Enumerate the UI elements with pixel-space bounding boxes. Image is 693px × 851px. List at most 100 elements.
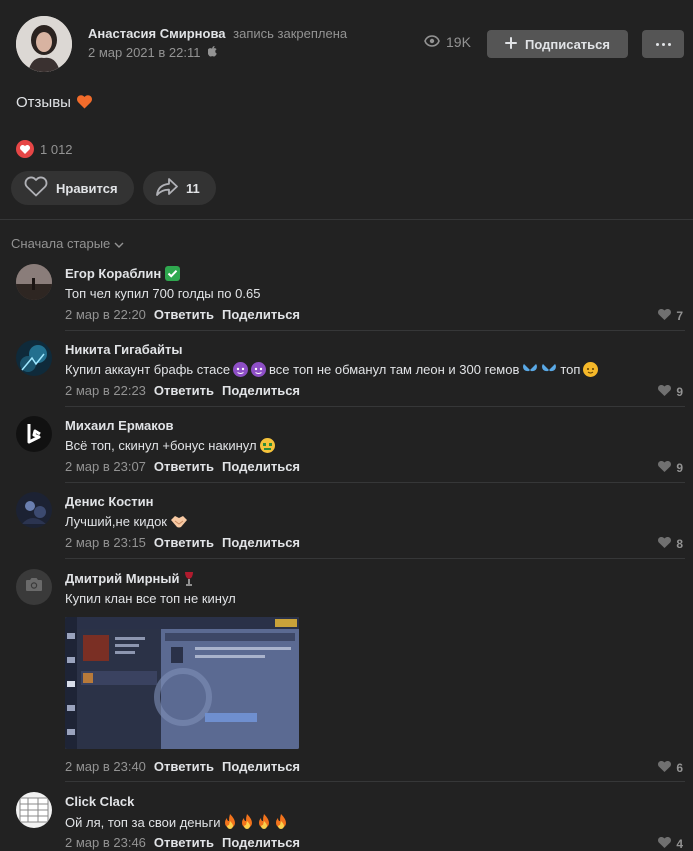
fire-icon <box>274 814 288 830</box>
share-comment-button[interactable]: Поделиться <box>222 535 300 550</box>
cat-face-icon <box>583 362 599 377</box>
commenter-avatar[interactable] <box>16 340 52 376</box>
reactions-summary[interactable]: 1 012 <box>16 140 73 158</box>
commenter-avatar[interactable] <box>16 569 52 605</box>
commenter-name-text: Никита Гигабайты <box>65 342 183 357</box>
reply-button[interactable]: Ответить <box>154 835 214 850</box>
comment-like-button[interactable]: 4 <box>658 836 683 851</box>
commenter-avatar[interactable] <box>16 492 52 528</box>
like-button[interactable]: Нравится <box>11 171 134 205</box>
reply-button[interactable]: Ответить <box>154 307 214 322</box>
purple-devil-icon <box>251 362 267 377</box>
pinned-label: запись закреплена <box>233 26 348 41</box>
divider <box>0 219 693 220</box>
comment: Егор Кораблин Топ чел купил 700 голды по… <box>0 264 693 331</box>
reactions-count: 1 012 <box>40 141 73 157</box>
more-options-button[interactable] <box>642 30 684 58</box>
commenter-avatar[interactable] <box>16 416 52 452</box>
post-text: Отзывы <box>16 94 93 113</box>
subscribe-button[interactable]: Подписаться <box>487 30 628 58</box>
share-comment-button[interactable]: Поделиться <box>222 759 300 774</box>
commenter-name[interactable]: Click Clack <box>65 794 134 809</box>
commenter-name[interactable]: Дмитрий Мирный <box>65 571 195 586</box>
blue-butterfly-icon <box>541 363 557 377</box>
comment-like-count: 9 <box>676 461 683 475</box>
share-comment-button[interactable]: Поделиться <box>222 835 300 850</box>
comments-sort-dropdown[interactable]: Сначала старые <box>11 236 124 251</box>
comment-text: Лучший,не кидок <box>65 514 188 529</box>
fire-icon <box>240 814 254 830</box>
comment: Денис Костин Лучший,не кидок 2 мар в 23:… <box>0 492 693 559</box>
purple-devil-icon <box>233 362 249 377</box>
heart-reaction-icon <box>16 140 34 158</box>
comment-divider <box>65 781 685 782</box>
comment-date[interactable]: 2 мар в 23:46 <box>65 835 146 850</box>
eye-icon <box>424 34 440 50</box>
share-icon <box>156 177 178 199</box>
comment-like-button[interactable]: 7 <box>658 308 683 323</box>
share-comment-button[interactable]: Поделиться <box>222 459 300 474</box>
reply-button[interactable]: Ответить <box>154 459 214 474</box>
post-text-content: Отзывы <box>16 94 71 111</box>
handshake-icon <box>170 514 188 529</box>
comment-date[interactable]: 2 мар в 22:23 <box>65 383 146 398</box>
heart-icon <box>658 536 672 551</box>
comment-date[interactable]: 2 мар в 23:40 <box>65 759 146 774</box>
comment-meta: 2 мар в 22:23 Ответить Поделиться <box>65 383 300 398</box>
comment-text-content: Топ чел купил 700 голды по 0.65 <box>65 286 261 301</box>
commenter-name[interactable]: Михаил Ермаков <box>65 418 174 433</box>
commenter-avatar[interactable] <box>16 264 52 300</box>
comment-meta: 2 мар в 23:46 Ответить Поделиться <box>65 835 300 850</box>
comment-like-count: 7 <box>676 309 683 323</box>
chevron-down-icon <box>114 236 124 251</box>
commenter-name[interactable]: Денис Костин <box>65 494 153 509</box>
share-count: 11 <box>186 180 200 196</box>
share-comment-button[interactable]: Поделиться <box>222 307 300 322</box>
views-counter: 19K <box>424 34 471 50</box>
orange-heart-icon <box>77 95 93 113</box>
reply-button[interactable]: Ответить <box>154 535 214 550</box>
post-date-text[interactable]: 2 мар 2021 в 22:11 <box>88 45 200 60</box>
heart-outline-icon <box>24 176 48 200</box>
blue-butterfly-icon <box>522 363 538 377</box>
share-button[interactable]: 11 <box>143 171 216 205</box>
commenter-name-text: Click Clack <box>65 794 135 809</box>
share-comment-button[interactable]: Поделиться <box>222 383 300 398</box>
plus-icon <box>504 36 517 52</box>
reply-button[interactable]: Ответить <box>154 383 214 398</box>
commenter-name-text: Дмитрий Мирный <box>65 571 180 586</box>
comment-photo-attachment[interactable] <box>65 617 299 749</box>
heart-icon <box>658 836 672 851</box>
commenter-name[interactable]: Никита Гигабайты <box>65 342 183 357</box>
subscribe-label: Подписаться <box>524 36 610 52</box>
commenter-name[interactable]: Егор Кораблин <box>65 266 181 281</box>
author-avatar[interactable] <box>16 16 72 72</box>
heart-icon <box>658 460 672 475</box>
heart-icon <box>658 308 672 323</box>
commenter-avatar[interactable] <box>16 792 52 828</box>
comment-text-content: Лучший,не кидок <box>65 514 167 529</box>
fire-icon <box>257 814 271 830</box>
comment-date[interactable]: 2 мар в 22:20 <box>65 307 146 322</box>
views-count: 19K <box>446 34 471 50</box>
check-mark-icon <box>165 266 181 281</box>
comment-date[interactable]: 2 мар в 23:07 <box>65 459 146 474</box>
comment-like-button[interactable]: 6 <box>658 760 683 775</box>
comment-date[interactable]: 2 мар в 23:15 <box>65 535 146 550</box>
comment-like-button[interactable]: 9 <box>658 460 683 475</box>
fire-icon <box>223 814 237 830</box>
comment-like-button[interactable]: 8 <box>658 536 683 551</box>
comment-text-end: топ <box>560 362 581 377</box>
comment-meta: 2 мар в 22:20 Ответить Поделиться <box>65 307 300 322</box>
comment-text-content: Купил клан все топ не кинул <box>65 591 236 606</box>
comment-divider <box>65 558 685 559</box>
reply-button[interactable]: Ответить <box>154 759 214 774</box>
comment-divider <box>65 330 685 331</box>
sort-label: Сначала старые <box>11 236 111 251</box>
comment-meta: 2 мар в 23:40 Ответить Поделиться <box>65 759 300 774</box>
commenter-name-text: Михаил Ермаков <box>65 418 174 433</box>
comment-like-button[interactable]: 9 <box>658 384 683 399</box>
author-name[interactable]: Анастасия Смирнова <box>88 26 226 41</box>
comment-meta: 2 мар в 23:15 Ответить Поделиться <box>65 535 300 550</box>
like-label: Нравится <box>56 180 118 196</box>
